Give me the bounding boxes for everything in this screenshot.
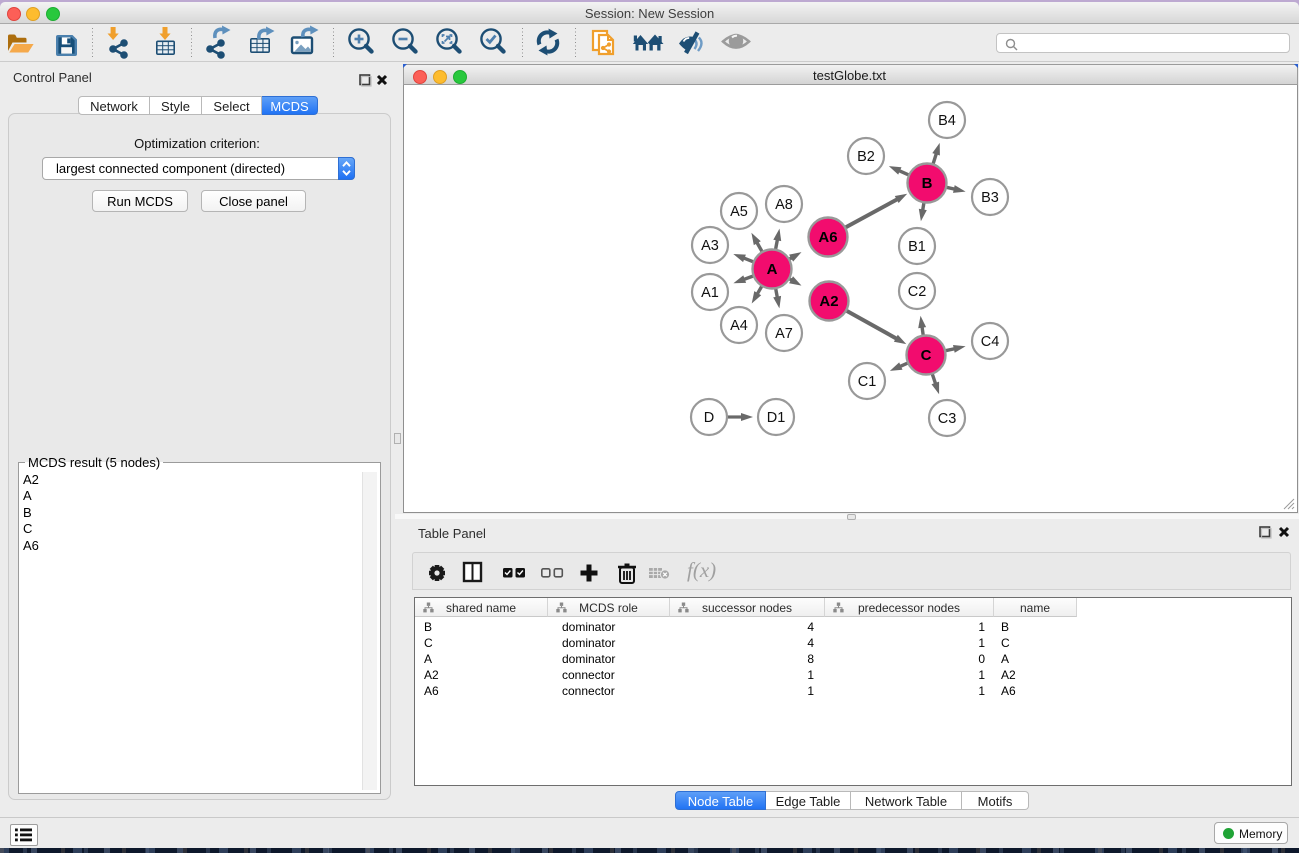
svg-text:D1: D1 bbox=[767, 410, 786, 426]
svg-text:B: B bbox=[922, 175, 933, 192]
svg-text:A1: A1 bbox=[701, 285, 719, 301]
svg-text:A8: A8 bbox=[775, 197, 793, 213]
svg-text:A5: A5 bbox=[730, 204, 748, 220]
svg-text:B3: B3 bbox=[981, 190, 999, 206]
svg-text:A4: A4 bbox=[730, 318, 748, 334]
svg-text:C: C bbox=[921, 347, 932, 364]
svg-text:D: D bbox=[704, 410, 714, 426]
svg-text:A2: A2 bbox=[819, 293, 838, 310]
svg-text:C4: C4 bbox=[981, 334, 1000, 350]
svg-text:C3: C3 bbox=[938, 411, 957, 427]
svg-text:A3: A3 bbox=[701, 238, 719, 254]
svg-text:B2: B2 bbox=[857, 149, 875, 165]
svg-text:C1: C1 bbox=[858, 374, 877, 390]
svg-text:A7: A7 bbox=[775, 326, 793, 342]
svg-text:C2: C2 bbox=[908, 284, 927, 300]
svg-text:B1: B1 bbox=[908, 239, 926, 255]
svg-text:B4: B4 bbox=[938, 113, 956, 129]
svg-text:A6: A6 bbox=[818, 229, 837, 246]
svg-text:A: A bbox=[767, 261, 778, 278]
